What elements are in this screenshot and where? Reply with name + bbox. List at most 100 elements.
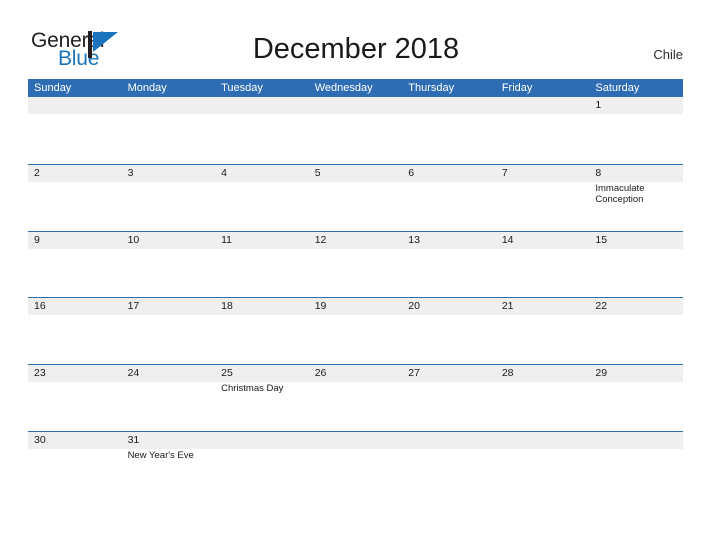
day-number: 24 [127, 367, 140, 380]
day-cell[interactable]: 1 [589, 97, 683, 164]
page-title: December 2018 [252, 33, 460, 65]
day-cell[interactable] [215, 97, 309, 164]
day-cell[interactable]: 20 [402, 298, 496, 364]
day-number: 14 [501, 233, 514, 246]
day-number: 3 [127, 166, 134, 179]
day-cell[interactable]: 26 [309, 365, 403, 431]
day-number: 26 [314, 367, 327, 380]
day-cell[interactable] [309, 432, 403, 498]
day-cell[interactable]: 24 [122, 365, 216, 431]
day-cell[interactable]: 12 [309, 232, 403, 298]
week-cells: 2 3 4 5 6 7 8 Immaculate Conception [28, 165, 683, 231]
weekday-wednesday: Wednesday [314, 82, 373, 94]
day-number [496, 97, 590, 114]
weekday-thursday: Thursday [408, 82, 455, 94]
day-cell[interactable]: 2 [28, 165, 122, 231]
calendar-weeks: 1 2 3 4 5 6 7 8 Immaculate Conception 9 10 11 12 13 14… [28, 97, 683, 498]
day-cell[interactable]: 28 [496, 365, 590, 431]
day-number [496, 432, 590, 449]
day-cell[interactable] [309, 97, 403, 164]
day-cell[interactable]: 25 Christmas Day [215, 365, 309, 431]
day-number: 31 [127, 433, 140, 446]
day-cell[interactable] [122, 97, 216, 164]
day-number [402, 97, 496, 114]
day-cell[interactable]: 31 New Year's Eve [122, 432, 216, 498]
day-number: 27 [408, 367, 420, 380]
day-number: 23 [34, 367, 46, 380]
day-cell[interactable]: 5 [309, 165, 403, 231]
day-number: 17 [127, 300, 140, 313]
day-cell[interactable]: 4 [215, 165, 309, 231]
day-cell[interactable]: 23 [28, 365, 122, 431]
weekday-friday: Friday [501, 82, 533, 94]
day-cell[interactable]: 21 [496, 298, 590, 364]
day-cell[interactable]: 15 [589, 232, 683, 298]
holiday-label: Immaculate Conception [595, 182, 645, 206]
day-cell[interactable]: 30 [28, 432, 122, 498]
weekday-monday: Monday [127, 82, 167, 94]
day-number: 20 [408, 300, 420, 313]
weekday-header-row: Sunday Monday Tuesday Wednesday Thursday… [28, 79, 683, 97]
day-number: 10 [127, 233, 140, 246]
calendar-page: General Blue December 2018 Chile Sunday … [0, 0, 712, 550]
day-cell[interactable]: 19 [309, 298, 403, 364]
day-cell[interactable]: 8 Immaculate Conception [589, 165, 683, 231]
weekday-saturday: Saturday [595, 82, 640, 94]
day-number [215, 97, 309, 114]
day-number: 8 [595, 166, 602, 179]
day-cell[interactable]: 16 [28, 298, 122, 364]
holiday-label: New Year's Eve [127, 449, 194, 461]
day-number: 18 [221, 300, 233, 313]
day-number: 29 [595, 367, 608, 380]
day-cell[interactable]: 27 [402, 365, 496, 431]
calendar-week-row: 9 10 11 12 13 14 15 [28, 230, 683, 298]
day-cell[interactable]: 9 [28, 232, 122, 298]
week-cells: 30 31 New Year's Eve [28, 432, 683, 498]
day-cell[interactable]: 10 [122, 232, 216, 298]
day-cell[interactable]: 17 [122, 298, 216, 364]
day-cell[interactable]: 6 [402, 165, 496, 231]
week-cells: 23 24 25 Christmas Day 26 27 28 29 [28, 365, 683, 431]
calendar-week-row: 2 3 4 5 6 7 8 Immaculate Conception [28, 163, 683, 231]
day-number: 16 [34, 300, 46, 313]
page-header: General Blue December 2018 Chile [0, 0, 712, 79]
weekday-tuesday: Tuesday [221, 82, 263, 94]
day-cell[interactable] [496, 432, 590, 498]
day-number: 9 [34, 233, 40, 246]
day-cell[interactable] [28, 97, 122, 164]
day-number: 4 [221, 166, 227, 179]
day-number: 25 [221, 367, 233, 380]
country-label: Chile [653, 47, 683, 62]
day-cell[interactable]: 22 [589, 298, 683, 364]
day-number: 11 [221, 233, 233, 246]
day-number: 19 [314, 300, 327, 313]
day-number [309, 97, 403, 114]
day-cell[interactable] [402, 432, 496, 498]
day-number: 7 [501, 166, 508, 179]
calendar-week-row: 23 24 25 Christmas Day 26 27 28 29 [28, 364, 683, 431]
day-number: 30 [34, 433, 46, 446]
day-number: 15 [595, 233, 608, 246]
day-cell[interactable]: 11 [215, 232, 309, 298]
day-number: 5 [314, 166, 321, 179]
day-cell[interactable] [215, 432, 309, 498]
day-cell[interactable]: 18 [215, 298, 309, 364]
day-cell[interactable]: 29 [589, 365, 683, 431]
day-number [589, 432, 683, 449]
day-cell[interactable] [589, 432, 683, 498]
day-number: 28 [501, 367, 514, 380]
day-number: 13 [408, 233, 420, 246]
weekday-sunday: Sunday [34, 82, 72, 94]
holiday-label: Christmas Day [221, 383, 284, 395]
day-cell[interactable]: 14 [496, 232, 590, 298]
day-number: 12 [314, 233, 327, 246]
day-number [122, 97, 216, 114]
calendar-grid: Sunday Monday Tuesday Wednesday Thursday… [28, 79, 683, 498]
day-number: 21 [501, 300, 514, 313]
day-cell[interactable]: 3 [122, 165, 216, 231]
day-cell[interactable] [402, 97, 496, 164]
day-cell[interactable] [496, 97, 590, 164]
day-cell[interactable]: 7 [496, 165, 590, 231]
day-number [309, 432, 403, 449]
day-cell[interactable]: 13 [402, 232, 496, 298]
